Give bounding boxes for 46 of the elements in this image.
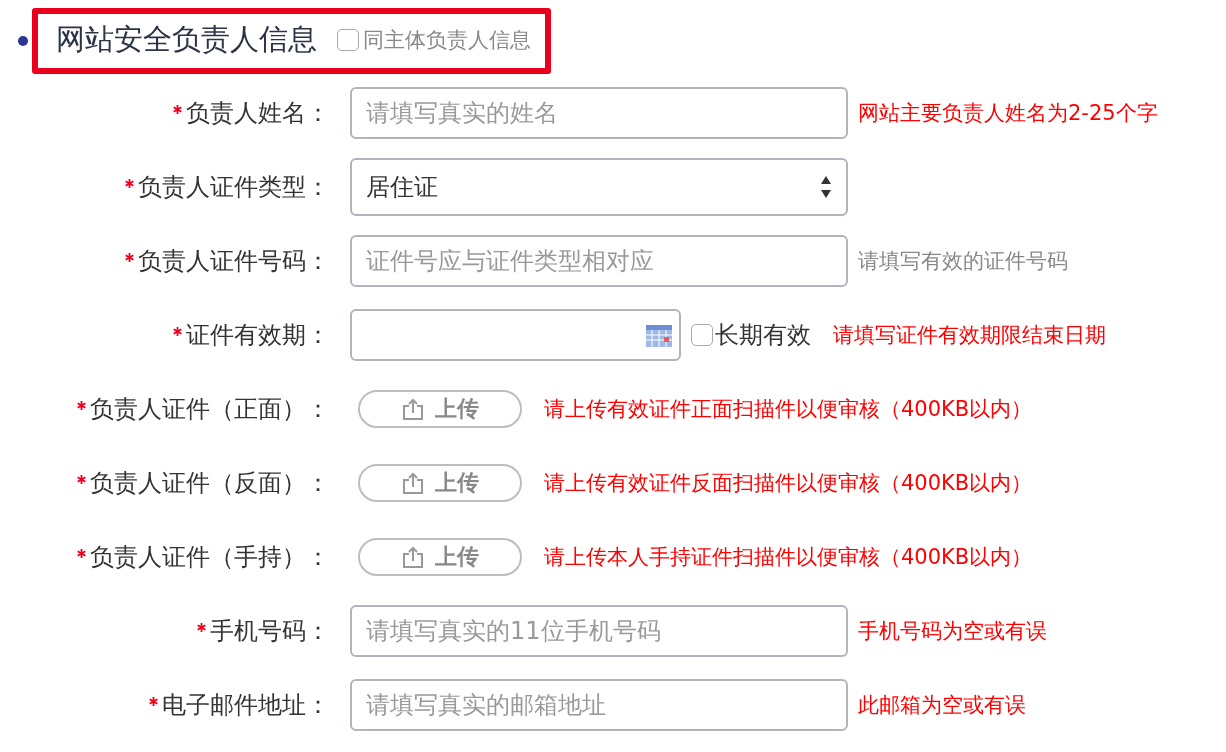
input-field[interactable]: 请填写真实的邮箱地址 <box>350 679 848 731</box>
required-icon <box>149 696 158 706</box>
input-field[interactable]: 证件号应与证件类型相对应 <box>350 235 848 287</box>
required-icon <box>77 400 86 410</box>
field-label: 负责人证件（手持）： <box>77 541 330 573</box>
hint-text: 请上传有效证件正面扫描件以便审核（400KB以内） <box>544 396 1033 423</box>
date-field[interactable] <box>350 309 681 361</box>
field-label: 手机号码： <box>197 615 330 647</box>
required-icon <box>173 326 182 336</box>
select-field[interactable]: 居住证 <box>350 158 848 216</box>
field-label: 电子邮件地址： <box>149 689 330 721</box>
required-icon <box>125 252 134 262</box>
required-icon <box>77 548 86 558</box>
long-term-option[interactable]: 长期有效 <box>691 319 811 351</box>
hint-text: 请上传有效证件反面扫描件以便审核（400KB以内） <box>544 470 1033 497</box>
field-label: 负责人证件类型： <box>125 171 330 203</box>
field-label: 负责人姓名： <box>173 97 330 129</box>
upload-button[interactable]: 上传 <box>358 464 522 502</box>
bullet-dot <box>18 36 28 46</box>
field-label: 负责人证件（正面）： <box>77 393 330 425</box>
same-as-option[interactable]: 同主体负责人信息 <box>337 26 531 54</box>
field-label: 证件有效期： <box>173 319 330 351</box>
required-icon <box>197 622 206 632</box>
input-field[interactable]: 请填写真实的姓名 <box>350 87 848 139</box>
calendar-icon <box>645 322 673 348</box>
sort-arrows-icon <box>820 174 832 200</box>
field-label: 负责人证件号码： <box>125 245 330 277</box>
hint-text: 请填写证件有效期限结束日期 <box>833 322 1106 349</box>
upload-icon <box>401 398 425 420</box>
hint-text: 此邮箱为空或有误 <box>858 692 1026 719</box>
hint-text: 网站主要负责人姓名为2-25个字 <box>858 100 1158 127</box>
required-icon <box>77 474 86 484</box>
field-label: 负责人证件（反面）： <box>77 467 330 499</box>
required-icon <box>173 104 182 114</box>
hint-text: 手机号码为空或有误 <box>858 618 1047 645</box>
required-icon <box>125 178 134 188</box>
upload-button[interactable]: 上传 <box>358 390 522 428</box>
hint-text: 请上传本人手持证件扫描件以便审核（400KB以内） <box>544 544 1033 571</box>
checkbox[interactable] <box>337 29 359 51</box>
input-field[interactable]: 请填写真实的11位手机号码 <box>350 605 848 657</box>
upload-icon <box>401 472 425 494</box>
upload-icon <box>401 546 425 568</box>
hint-text: 请填写有效的证件号码 <box>858 248 1068 275</box>
section-title: 网站安全负责人信息 <box>56 21 317 58</box>
checkbox[interactable] <box>691 324 713 346</box>
upload-button[interactable]: 上传 <box>358 538 522 576</box>
